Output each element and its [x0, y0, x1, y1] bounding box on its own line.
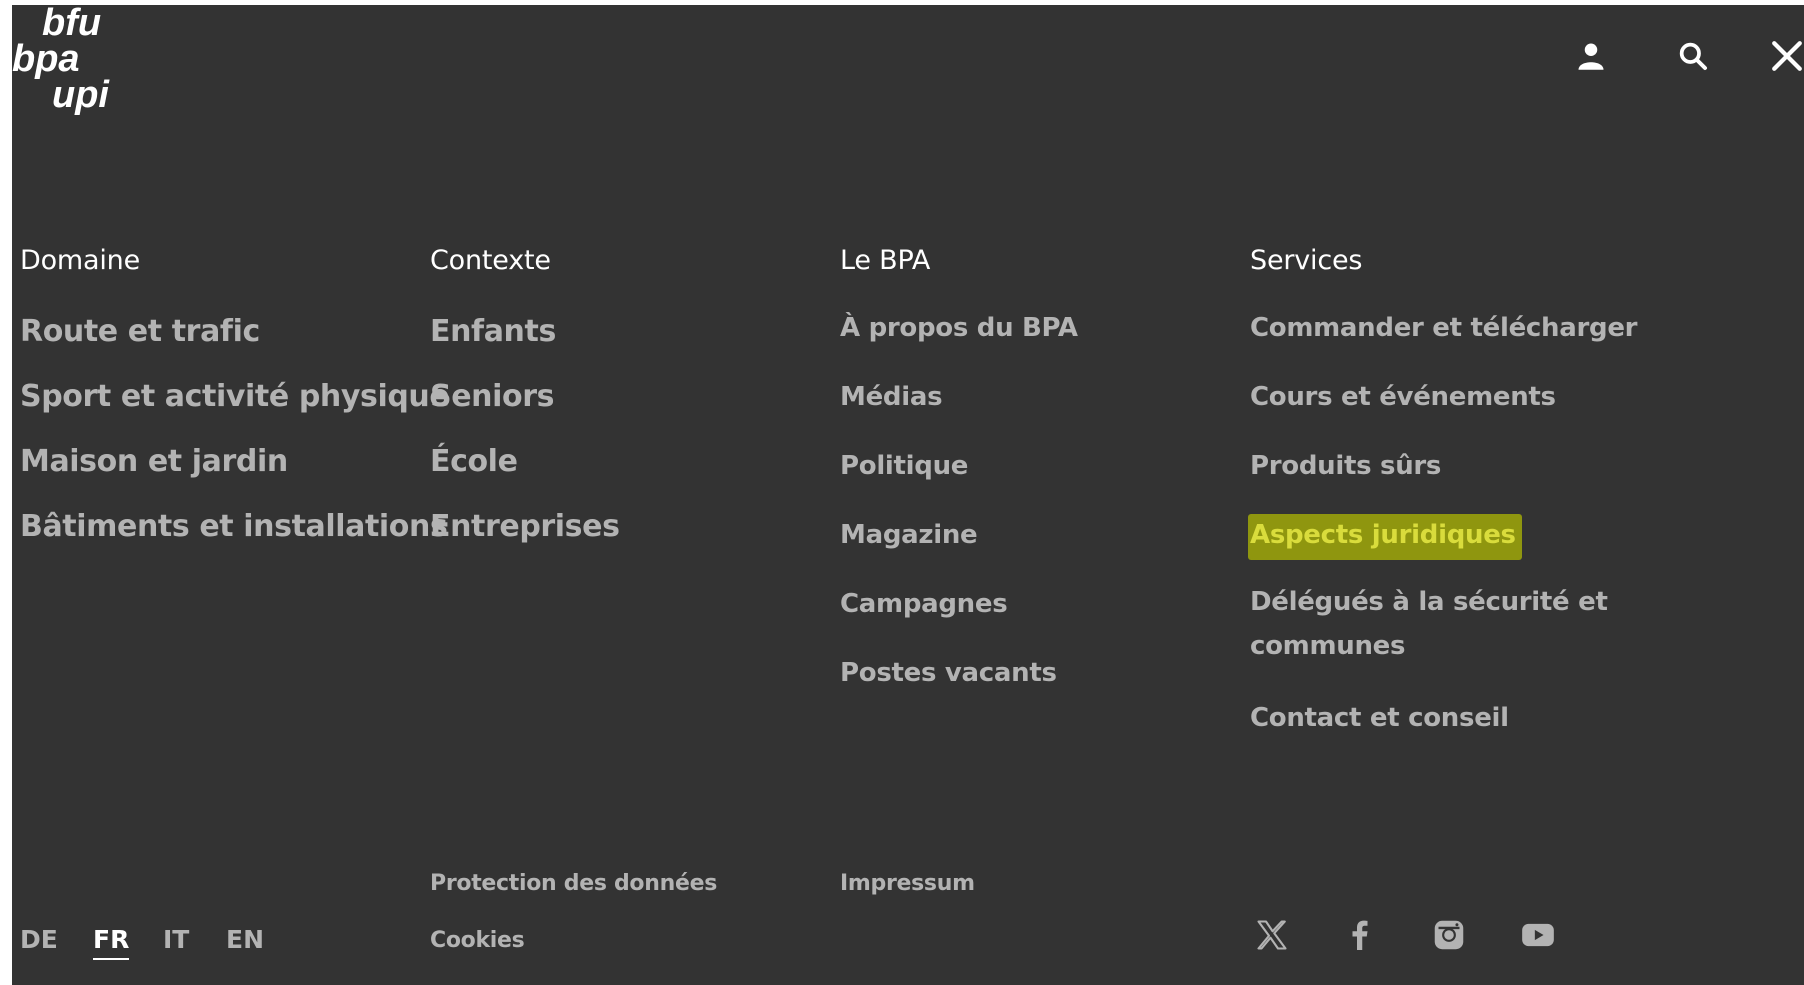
user-icon [1578, 43, 1604, 70]
link-commander-telecharger[interactable]: Commander et télécharger [1250, 313, 1637, 343]
link-impressum[interactable]: Impressum [840, 871, 975, 896]
account-button[interactable] [1568, 33, 1614, 79]
link-entreprises[interactable]: Entreprises [430, 509, 620, 544]
link-seniors[interactable]: Seniors [430, 379, 554, 414]
youtube-link[interactable] [1518, 915, 1558, 955]
link-protection-donnees[interactable]: Protection des données [430, 871, 717, 896]
language-de[interactable]: DE [20, 925, 58, 954]
link-contact-conseil[interactable]: Contact et conseil [1250, 703, 1509, 733]
youtube-icon [1522, 923, 1554, 947]
search-icon [1679, 42, 1707, 70]
link-aspects-juridiques[interactable]: Aspects juridiques [1248, 514, 1522, 560]
language-en[interactable]: EN [226, 925, 264, 954]
heading-le-bpa: Le BPA [840, 245, 931, 276]
link-route-et-trafic[interactable]: Route et trafic [20, 314, 260, 349]
heading-contexte: Contexte [430, 245, 551, 276]
link-batiments[interactable]: Bâtiments et installations [20, 509, 448, 544]
close-button[interactable] [1764, 33, 1804, 79]
bfu-logo[interactable]: bfu bpa upi [12, 5, 142, 120]
link-medias[interactable]: Médias [840, 382, 943, 412]
instagram-icon [1434, 920, 1464, 950]
language-it[interactable]: IT [163, 925, 189, 954]
link-campagnes[interactable]: Campagnes [840, 589, 1008, 619]
link-produits-surs[interactable]: Produits sûrs [1250, 451, 1441, 481]
facebook-link[interactable] [1340, 915, 1380, 955]
language-fr[interactable]: FR [93, 925, 130, 960]
link-magazine[interactable]: Magazine [840, 520, 978, 550]
link-ecole[interactable]: École [430, 444, 518, 479]
link-cookies[interactable]: Cookies [430, 928, 525, 953]
search-button[interactable] [1670, 33, 1716, 79]
instagram-link[interactable] [1429, 915, 1469, 955]
link-maison-jardin[interactable]: Maison et jardin [20, 444, 288, 479]
x-link[interactable] [1252, 915, 1292, 955]
close-icon [1772, 41, 1802, 71]
link-cours-evenements[interactable]: Cours et événements [1250, 382, 1556, 412]
link-a-propos[interactable]: À propos du BPA [840, 313, 1078, 343]
link-postes-vacants[interactable]: Postes vacants [840, 658, 1057, 688]
link-politique[interactable]: Politique [840, 451, 968, 481]
logo-line-upi: upi [52, 74, 110, 116]
link-enfants[interactable]: Enfants [430, 314, 556, 349]
link-delegues-securite[interactable]: Délégués à la sécurité et communes [1250, 580, 1630, 668]
logo-graphic: bfu bpa upi [12, 5, 110, 116]
navigation-overlay: bfu bpa upi Domaine Route et trafic Spor… [12, 5, 1804, 985]
link-sport-activite[interactable]: Sport et activité physique [20, 379, 450, 414]
heading-domaine: Domaine [20, 245, 140, 276]
facebook-icon [1352, 920, 1368, 950]
heading-services: Services [1250, 245, 1363, 276]
x-icon [1257, 920, 1287, 950]
